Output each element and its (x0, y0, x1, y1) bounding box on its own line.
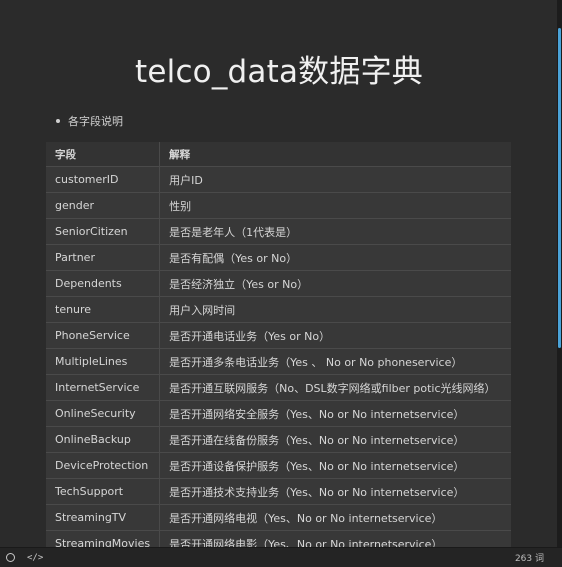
cell-field-description: 是否开通多条电话业务（Yes 、 No or No phoneservice） (159, 348, 511, 375)
cell-field-description: 是否开通在线备份服务（Yes、No or No internetservice） (159, 426, 511, 453)
table-row: StreamingMovies 是否开通网络电影（Yes、No or No int… (46, 530, 511, 548)
table-body: customerID 用户ID gender 性别 SeniorCitizen 是否是老年… (46, 166, 511, 548)
cell-field-name: InternetService (46, 374, 161, 401)
cell-field-name: PhoneService (46, 322, 161, 349)
table-row: DeviceProtection 是否开通设备保护服务（Yes、No or No … (46, 452, 511, 479)
page-title: telco_data数据字典 (135, 54, 423, 90)
table-row: MultipleLines 是否开通多条电话业务（Yes 、 No or No p… (46, 348, 511, 375)
table-row: tenure 用户入网时间 (46, 296, 511, 323)
cell-field-description: 是否开通网络安全服务（Yes、No or No internetservice） (159, 400, 511, 427)
cell-field-name: Partner (46, 244, 161, 271)
data-dictionary-table: 字段 解释 customerID 用户ID gender 性别 SeniorCitize… (46, 142, 511, 548)
scrollbar-thumb[interactable] (558, 28, 561, 348)
table-row: gender 性别 (46, 192, 511, 219)
bullet-list: 各字段说明 (56, 113, 123, 129)
bullet-icon (56, 119, 60, 123)
header-field: 字段 (46, 142, 161, 167)
cell-field-description: 是否经济独立（Yes or No） (159, 270, 511, 297)
table-header-row: 字段 解释 (46, 142, 511, 167)
circle-icon[interactable] (6, 553, 15, 562)
vertical-scrollbar[interactable] (557, 0, 562, 548)
cell-field-name: DeviceProtection (46, 452, 161, 479)
table-row: Dependents 是否经济独立（Yes or No） (46, 270, 511, 297)
bullet-text: 各字段说明 (68, 115, 123, 128)
cell-field-name: gender (46, 192, 161, 219)
list-item: 各字段说明 (56, 113, 123, 129)
cell-field-description: 是否开通技术支持业务（Yes、No or No internetservice） (159, 478, 511, 505)
cell-field-description: 性别 (159, 192, 511, 219)
cell-field-name: StreamingTV (46, 504, 161, 531)
table-row: TechSupport 是否开通技术支持业务（Yes、No or No inter… (46, 478, 511, 505)
code-icon[interactable]: </> (27, 553, 43, 563)
cell-field-name: customerID (46, 166, 161, 193)
cell-field-description: 用户入网时间 (159, 296, 511, 323)
cell-field-description: 用户ID (159, 166, 511, 193)
cell-field-name: TechSupport (46, 478, 161, 505)
cell-field-name: OnlineSecurity (46, 400, 161, 427)
table-row: StreamingTV 是否开通网络电视（Yes、No or No interne… (46, 504, 511, 531)
cell-field-description: 是否开通电话业务（Yes or No） (159, 322, 511, 349)
cell-field-description: 是否开通互联网服务（No、DSL数字网络或filber potic光线网络） (159, 374, 511, 401)
header-description: 解释 (159, 142, 511, 167)
table-row: OnlineBackup 是否开通在线备份服务（Yes、No or No inte… (46, 426, 511, 453)
cell-field-name: Dependents (46, 270, 161, 297)
table-row: OnlineSecurity 是否开通网络安全服务（Yes、No or No in… (46, 400, 511, 427)
cell-field-description: 是否有配偶（Yes or No） (159, 244, 511, 271)
cell-field-name: MultipleLines (46, 348, 161, 375)
cell-field-name: tenure (46, 296, 161, 323)
status-bar: </> 263 词 (0, 547, 562, 567)
table-row: InternetService 是否开通互联网服务（No、DSL数字网络或filb… (46, 374, 511, 401)
cell-field-description: 是否开通网络电影（Yes、No or No internetservice） (159, 530, 511, 548)
table-row: PhoneService 是否开通电话业务（Yes or No） (46, 322, 511, 349)
word-count: 263 词 (514, 554, 544, 564)
table-row: customerID 用户ID (46, 166, 511, 193)
cell-field-name: StreamingMovies (46, 530, 161, 548)
cell-field-description: 是否是老年人（1代表是） (159, 218, 511, 245)
table-row: SeniorCitizen 是否是老年人（1代表是） (46, 218, 511, 245)
cell-field-name: SeniorCitizen (46, 218, 161, 245)
cell-field-description: 是否开通网络电视（Yes、No or No internetservice） (159, 504, 511, 531)
editor-preview[interactable]: telco_data数据字典 各字段说明 字段 解释 customerID 用户I… (0, 0, 562, 548)
cell-field-description: 是否开通设备保护服务（Yes、No or No internetservice） (159, 452, 511, 479)
cell-field-name: OnlineBackup (46, 426, 161, 453)
table-row: Partner 是否有配偶（Yes or No） (46, 244, 511, 271)
